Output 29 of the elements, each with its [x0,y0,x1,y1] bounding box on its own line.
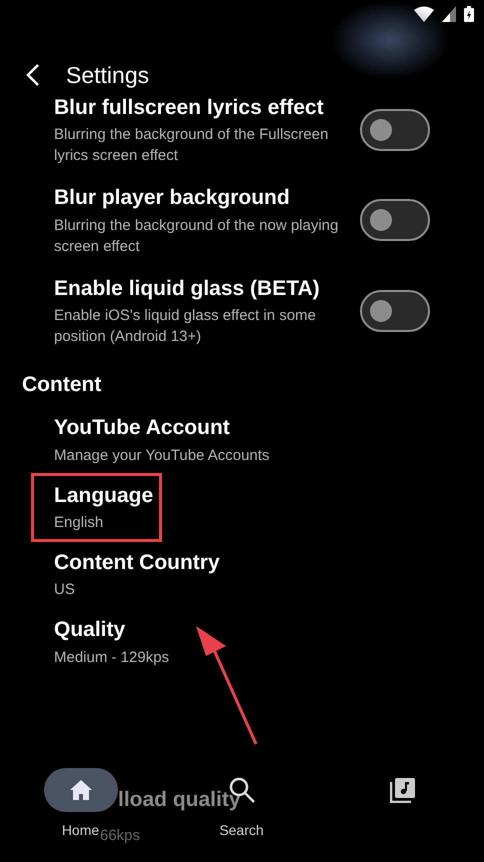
wifi-icon [414,6,434,22]
nav-label: Search [219,821,264,840]
setting-description: Manage your YouTube Accounts [54,446,270,466]
setting-title[interactable]: Language [54,482,154,509]
nav-label: Home [62,821,100,840]
battery-icon [464,6,474,22]
setting-title[interactable]: Blur fullscreen lyrics effect [54,94,344,122]
setting-description: Enable iOS's liquid glass effect in some position (Android 13+) [54,306,317,347]
toggle-switch[interactable] [360,199,430,242]
setting-description: Medium - 129kps [54,648,170,668]
section-heading: Content [21,372,102,398]
setting-title: lload quality [118,787,241,813]
setting-title[interactable]: Blur player background [54,184,344,212]
library-icon [390,777,416,803]
page-title: Settings [66,60,150,90]
toggle-switch[interactable] [360,290,430,332]
nav-button[interactable] [44,768,118,812]
setting-description: English [54,512,104,533]
setting-description: Blurring the background of the Fullscreen lyrics screen effect [54,125,330,166]
setting-title[interactable]: YouTube Account [54,414,430,442]
setting-title[interactable]: Quality [54,616,430,644]
setting-description: Blurring the background of the now playing screen effect [54,216,340,257]
setting-title[interactable]: Content Country [54,548,430,576]
back-icon[interactable] [26,63,40,87]
toggle-switch[interactable] [360,109,430,152]
home-icon [68,779,92,801]
setting-description: US [54,580,76,600]
setting-title[interactable]: Enable liquid glass (BETA) [54,274,344,302]
signal-icon [442,6,456,22]
